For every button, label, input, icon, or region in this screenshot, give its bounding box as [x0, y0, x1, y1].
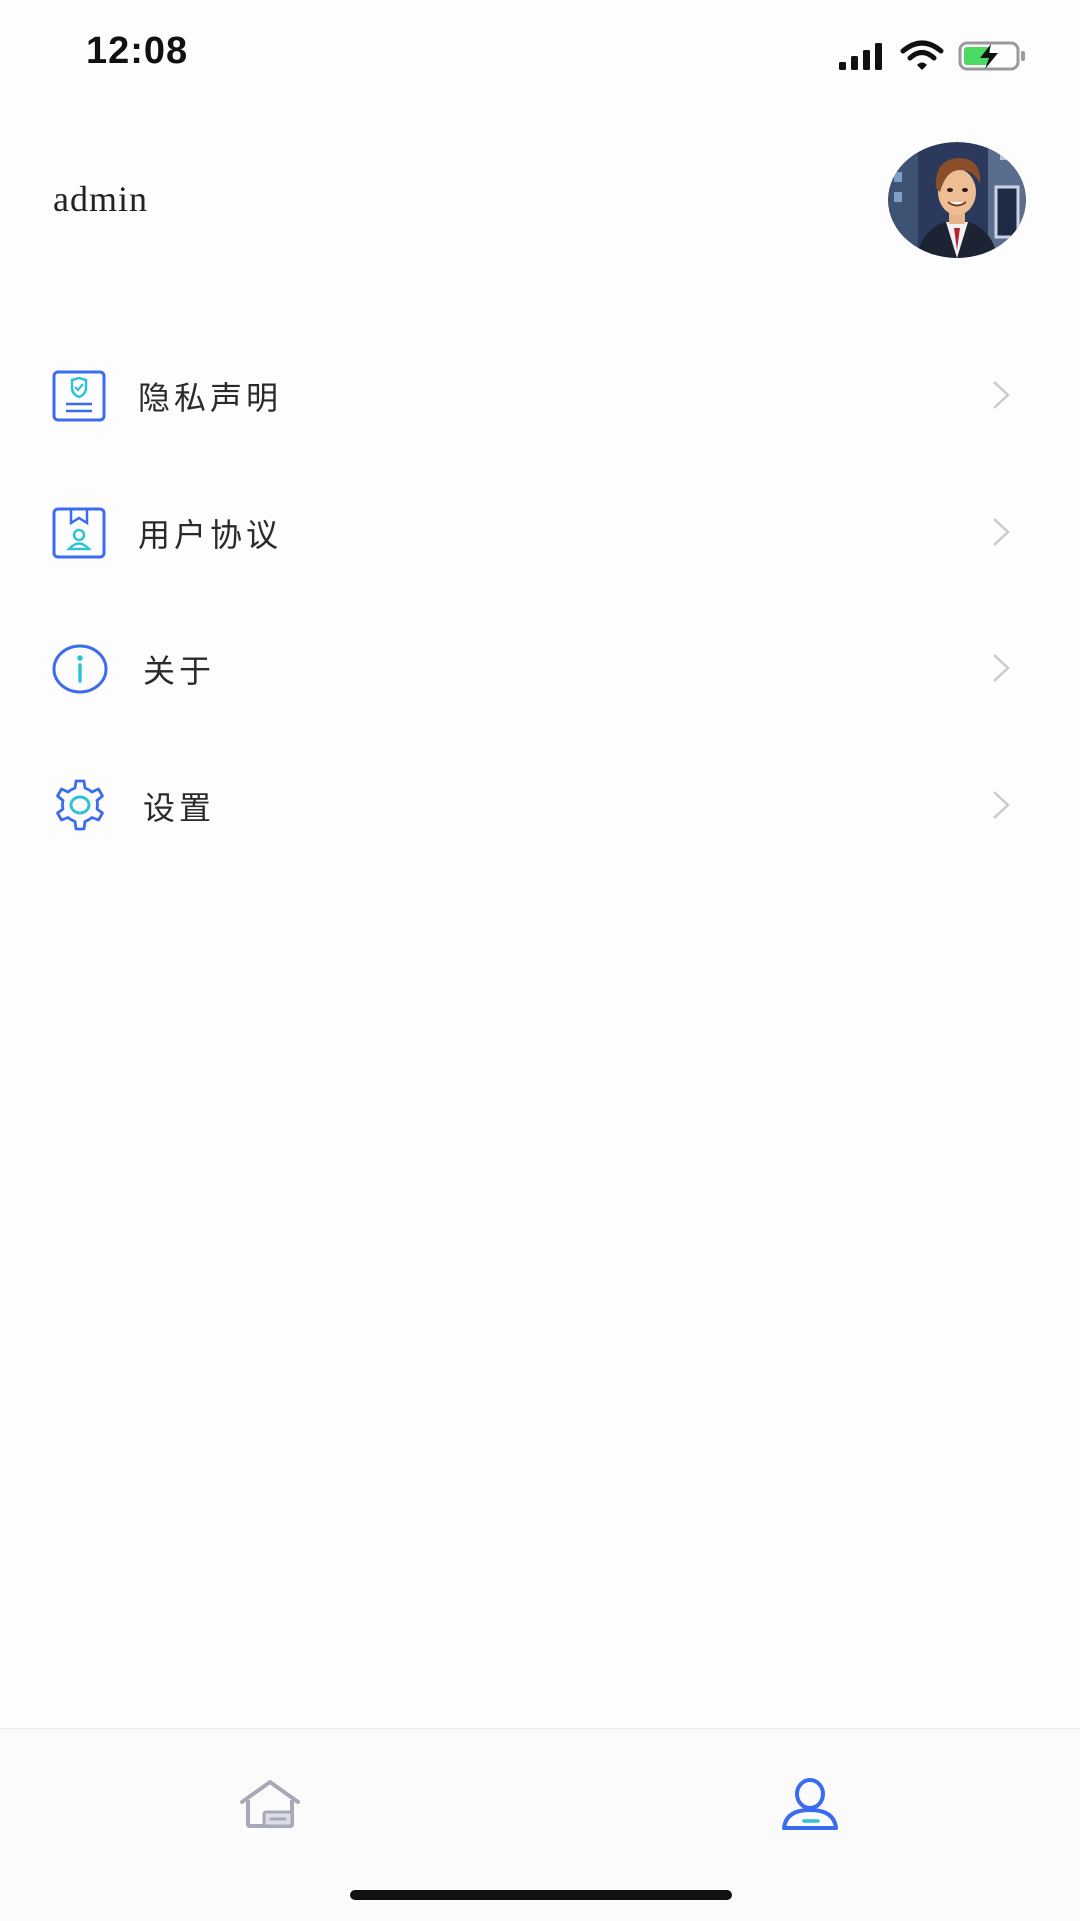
wifi-icon [900, 40, 944, 70]
menu-item-user-agreement[interactable]: 用户协议 [0, 462, 1080, 599]
battery-charging-icon [958, 41, 1025, 71]
tab-profile[interactable] [750, 1759, 870, 1849]
tab-home[interactable] [210, 1759, 330, 1849]
menu-item-label: 用户协议 [138, 515, 283, 554]
gear-icon [56, 779, 104, 830]
menu-item-label: 关于 [143, 652, 216, 690]
user-icon [782, 1778, 838, 1830]
menu-item-about[interactable]: 关于 [0, 598, 1080, 735]
status-icons [838, 38, 1028, 74]
signal-icon [839, 43, 882, 70]
status-bar: 12:08 [0, 0, 1080, 110]
status-time: 12:08 [86, 30, 189, 72]
menu-item-label: 设置 [143, 788, 216, 827]
chevron-right-icon [993, 654, 1010, 682]
privacy-shield-document-icon [52, 370, 106, 422]
cartoon-avatar [888, 142, 1026, 258]
avatar[interactable] [888, 142, 1026, 258]
chevron-right-icon [993, 517, 1010, 546]
menu-item-settings[interactable]: 设置 [0, 735, 1080, 872]
menu-item-label: 隐私声明 [138, 379, 283, 417]
profile-username: admin [53, 179, 148, 219]
info-circle-icon [52, 644, 108, 694]
home-icon [240, 1780, 300, 1828]
user-agreement-document-icon [52, 507, 106, 558]
menu-list: 隐私声明 用户协议 关于 设置 [0, 325, 1080, 871]
chevron-right-icon [993, 790, 1010, 819]
home-indicator [350, 1890, 732, 1900]
menu-item-privacy[interactable]: 隐私声明 [0, 325, 1080, 462]
chevron-right-icon [993, 381, 1010, 409]
